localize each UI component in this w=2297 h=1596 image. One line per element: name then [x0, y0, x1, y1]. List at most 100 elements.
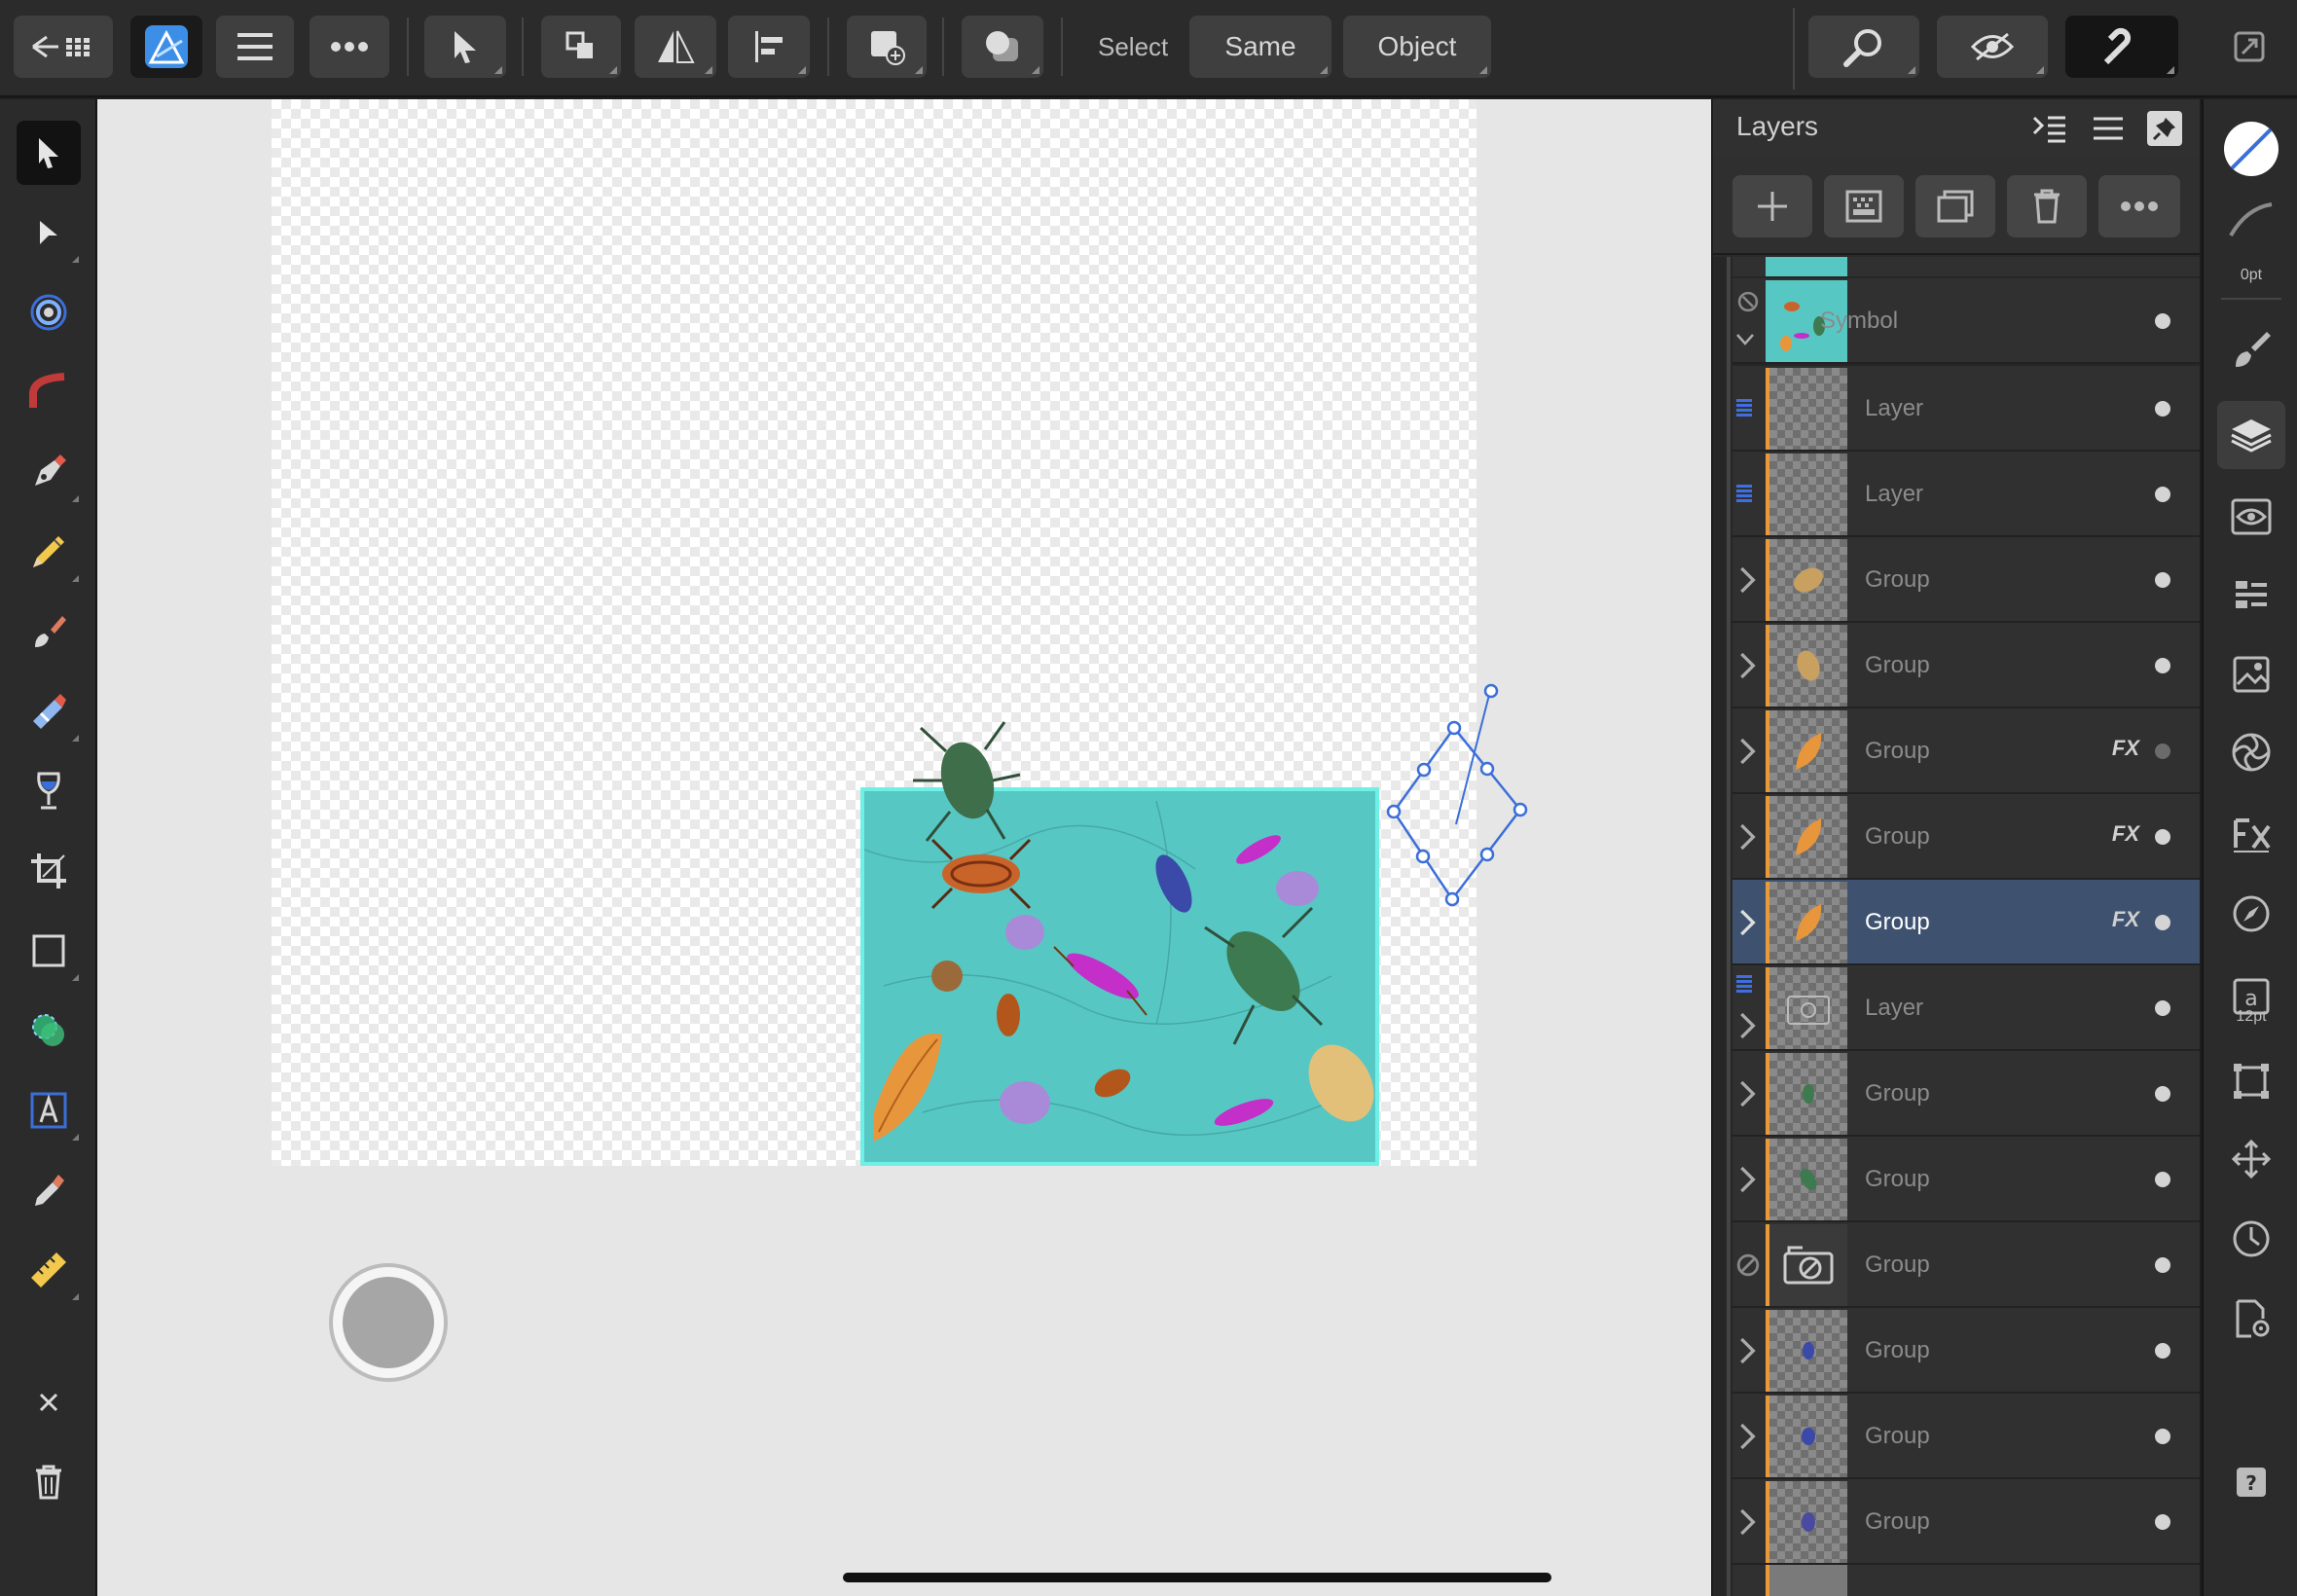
zoom-view-button[interactable]	[1808, 16, 1919, 78]
visibility-toggle[interactable]	[2155, 744, 2170, 759]
chevron-right-icon[interactable]	[1734, 1164, 1762, 1195]
help-button[interactable]: ?	[2217, 1448, 2285, 1516]
panel-menu-button[interactable]	[2089, 109, 2128, 148]
assets-panel-button[interactable]	[2217, 640, 2285, 708]
measure-tool[interactable]	[17, 1238, 81, 1302]
delete-button[interactable]	[17, 1450, 81, 1514]
select-object-button[interactable]: Object	[1343, 16, 1491, 78]
artboard[interactable]	[272, 99, 1477, 1166]
layer-row[interactable]: Group	[1732, 1051, 2200, 1137]
chevron-right-icon[interactable]	[1734, 1078, 1762, 1109]
chevron-right-icon[interactable]	[1734, 736, 1762, 767]
visibility-toggle[interactable]	[2155, 1429, 2170, 1444]
add-mask-button[interactable]	[1824, 175, 1904, 237]
move-tool-options-button[interactable]	[424, 16, 506, 78]
pen-tool[interactable]	[17, 440, 81, 504]
contour-tool[interactable]	[17, 280, 81, 345]
align-button[interactable]	[728, 16, 810, 78]
chevron-right-icon[interactable]	[1734, 1335, 1762, 1366]
visibility-toggle[interactable]	[2155, 658, 2170, 673]
select-same-button[interactable]: Same	[1189, 16, 1331, 78]
command-controller-button[interactable]	[329, 1263, 448, 1382]
delete-layer-button[interactable]	[2007, 175, 2087, 237]
visibility-toggle[interactable]	[2155, 1172, 2170, 1187]
effects-panel-button[interactable]	[2217, 800, 2285, 868]
brushes-panel-button[interactable]	[2217, 315, 2285, 383]
crop-tool[interactable]	[17, 839, 81, 903]
layer-row-symbol[interactable]: Symbol	[1732, 278, 2200, 364]
collapse-panel-button[interactable]	[2030, 109, 2069, 148]
corner-tool[interactable]	[17, 360, 81, 424]
layers-panel-button[interactable]	[2217, 401, 2285, 469]
move-tool[interactable]	[17, 121, 81, 185]
chevron-right-icon[interactable]	[1734, 1010, 1762, 1041]
layer-row[interactable]: Layer	[1732, 452, 2200, 537]
document-menu-button[interactable]	[216, 16, 294, 78]
chevron-right-icon[interactable]	[1734, 650, 1762, 681]
visibility-toggle[interactable]	[2155, 1000, 2170, 1016]
visibility-toggle[interactable]	[2155, 915, 2170, 930]
add-layer-button[interactable]	[1732, 175, 1812, 237]
canvas-workspace[interactable]	[97, 99, 1711, 1596]
visibility-toggle[interactable]	[2155, 1343, 2170, 1359]
pencil-tool[interactable]	[17, 520, 81, 584]
rectangle-tool[interactable]	[17, 919, 81, 983]
layer-row[interactable]: Group	[1732, 537, 2200, 623]
chevron-right-icon[interactable]	[1734, 564, 1762, 596]
vector-brush-tool[interactable]	[17, 599, 81, 664]
layers-list[interactable]: Symbol Layer Layer Group Group Group FX …	[1713, 257, 2200, 1596]
layer-row-selected[interactable]: Group FX	[1732, 880, 2200, 965]
layer-row[interactable]: Layer	[1732, 965, 2200, 1051]
chevron-right-icon[interactable]	[1734, 1421, 1762, 1452]
chevron-right-icon[interactable]	[1734, 1506, 1762, 1538]
history-panel-button[interactable]	[2217, 1205, 2285, 1273]
swatches-panel-button[interactable]	[2217, 718, 2285, 786]
insert-button[interactable]	[847, 16, 927, 78]
chevron-right-icon[interactable]	[1734, 907, 1762, 938]
arrange-button[interactable]	[541, 16, 621, 78]
settings-panel-button[interactable]	[2217, 1285, 2285, 1353]
layer-row[interactable]: Group FX	[1732, 794, 2200, 880]
chevron-right-icon[interactable]	[1734, 821, 1762, 852]
app-persona-button[interactable]	[130, 16, 202, 78]
boolean-operations-button[interactable]	[962, 16, 1043, 78]
flip-button[interactable]	[635, 16, 716, 78]
layer-row[interactable]: Layer	[1732, 366, 2200, 452]
layer-options-button[interactable]	[2098, 175, 2180, 237]
layer-row[interactable]: Group	[1732, 1137, 2200, 1222]
visibility-toggle[interactable]	[2155, 829, 2170, 845]
visibility-toggle[interactable]	[2155, 313, 2170, 329]
transparency-tool[interactable]	[17, 759, 81, 823]
artistic-text-tool[interactable]	[17, 1078, 81, 1143]
more-options-button[interactable]	[310, 16, 389, 78]
chevron-down-icon[interactable]	[1734, 331, 1756, 348]
shape-builder-tool[interactable]	[17, 998, 81, 1063]
visibility-toggle[interactable]	[2155, 572, 2170, 588]
layer-row[interactable]: Group FX	[1732, 708, 2200, 794]
layer-row[interactable]: Group	[1732, 1222, 2200, 1308]
visibility-toggle[interactable]	[2155, 401, 2170, 417]
back-to-gallery-button[interactable]	[14, 16, 113, 78]
layer-row[interactable]: Group	[1732, 1308, 2200, 1394]
snapping-button[interactable]	[2065, 16, 2178, 78]
transform-handles[interactable]	[1372, 683, 1548, 907]
layer-row[interactable]: Group	[1732, 1479, 2200, 1565]
move-panel-button[interactable]	[2217, 1125, 2285, 1193]
node-tool[interactable]	[17, 200, 81, 265]
visibility-toggle[interactable]	[2155, 1257, 2170, 1273]
duplicate-layer-button[interactable]	[1915, 175, 1995, 237]
close-context-button[interactable]	[17, 1370, 81, 1434]
visibility-toggle[interactable]	[2155, 1086, 2170, 1102]
visibility-toggle[interactable]	[2155, 1514, 2170, 1530]
visibility-toggle[interactable]	[2155, 487, 2170, 502]
appearance-panel-button[interactable]	[2217, 483, 2285, 551]
pin-panel-button[interactable]	[2147, 111, 2182, 146]
transform-handles-panel-button[interactable]	[2217, 1047, 2285, 1115]
color-picker-tool[interactable]	[17, 1158, 81, 1222]
layer-row[interactable]: Group	[1732, 1394, 2200, 1479]
color-swatch-button[interactable]	[2217, 115, 2285, 183]
fill-tool[interactable]	[17, 679, 81, 744]
navigator-panel-button[interactable]	[2217, 880, 2285, 948]
stroke-button[interactable]	[2217, 191, 2285, 249]
layer-row[interactable]: Group	[1732, 623, 2200, 708]
